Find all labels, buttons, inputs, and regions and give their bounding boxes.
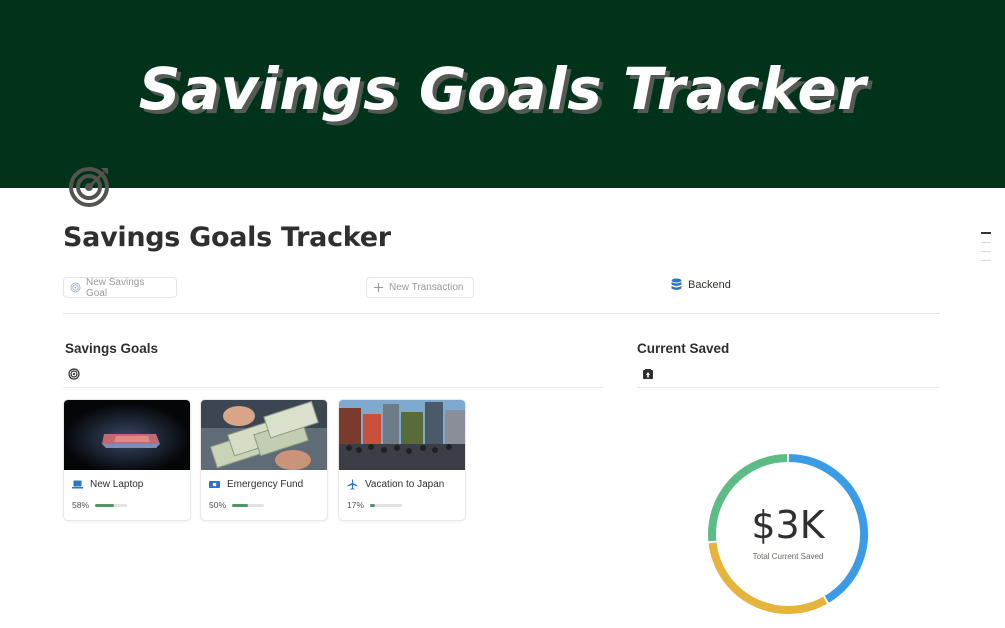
goal-card[interactable]: Emergency Fund 50%	[200, 399, 328, 521]
progress-bar	[95, 503, 128, 507]
toc-line[interactable]	[981, 242, 991, 243]
banner-title: Savings Goals Tracker	[138, 55, 867, 123]
airplane-icon	[347, 479, 358, 490]
cover-banner: Savings Goals Tracker	[0, 0, 1005, 188]
goal-name: Emergency Fund	[209, 479, 303, 490]
current-saved-heading: Current Saved	[637, 341, 730, 356]
new-transaction-button[interactable]: New Transaction	[366, 277, 474, 298]
database-icon	[671, 278, 682, 290]
progress-bar	[370, 503, 403, 507]
target-icon	[70, 282, 81, 293]
page-title: Savings Goals Tracker	[63, 222, 391, 253]
savings-goals-heading: Savings Goals	[65, 341, 159, 356]
target-icon[interactable]	[68, 164, 112, 208]
goal-card[interactable]: New Laptop 58%	[63, 399, 191, 521]
progress-bar-fill	[95, 503, 114, 507]
backend-link[interactable]: Backend	[671, 278, 731, 291]
new-transaction-label: New Transaction	[389, 282, 464, 293]
goal-progress: 58%	[72, 500, 128, 510]
current-saved-view-tab[interactable]	[637, 364, 940, 388]
chart-icon	[643, 369, 653, 379]
money-photo	[201, 400, 327, 470]
goal-progress: 17%	[347, 500, 403, 510]
goal-name-text: Emergency Fund	[227, 479, 304, 490]
toc-line-active[interactable]	[981, 232, 991, 234]
new-savings-goal-button[interactable]: New Savings Goal	[63, 276, 177, 299]
laptop-icon	[72, 480, 83, 489]
total-saved-value: $3K	[751, 503, 825, 547]
goal-card[interactable]: Vacation to Japan 17%	[338, 399, 466, 521]
savings-goals-view-tab[interactable]	[63, 364, 604, 388]
goal-progress: 50%	[209, 500, 265, 510]
divider	[63, 313, 940, 314]
laptop-photo	[64, 400, 190, 470]
progress-bar	[232, 503, 265, 507]
goal-progress-label: 50%	[209, 500, 227, 510]
target-icon	[68, 368, 80, 380]
progress-bar-fill	[232, 503, 249, 507]
goal-progress-label: 17%	[347, 500, 365, 510]
money-icon	[209, 481, 220, 488]
city-photo	[339, 400, 465, 470]
toc-line[interactable]	[981, 251, 991, 252]
total-saved-label: Total Current Saved	[752, 552, 824, 561]
toc-line[interactable]	[981, 260, 991, 261]
new-savings-goal-label: New Savings Goal	[85, 276, 145, 299]
progress-bar-fill	[370, 503, 376, 507]
goal-name: New Laptop	[72, 479, 143, 490]
table-of-contents[interactable]	[981, 232, 991, 269]
goal-progress-label: 58%	[72, 500, 90, 510]
goal-name: Vacation to Japan	[347, 479, 444, 490]
goal-name-text: Vacation to Japan	[365, 479, 445, 490]
backend-label: Backend	[688, 278, 731, 291]
plus-icon	[373, 282, 384, 293]
goal-name-text: New Laptop	[90, 479, 144, 490]
